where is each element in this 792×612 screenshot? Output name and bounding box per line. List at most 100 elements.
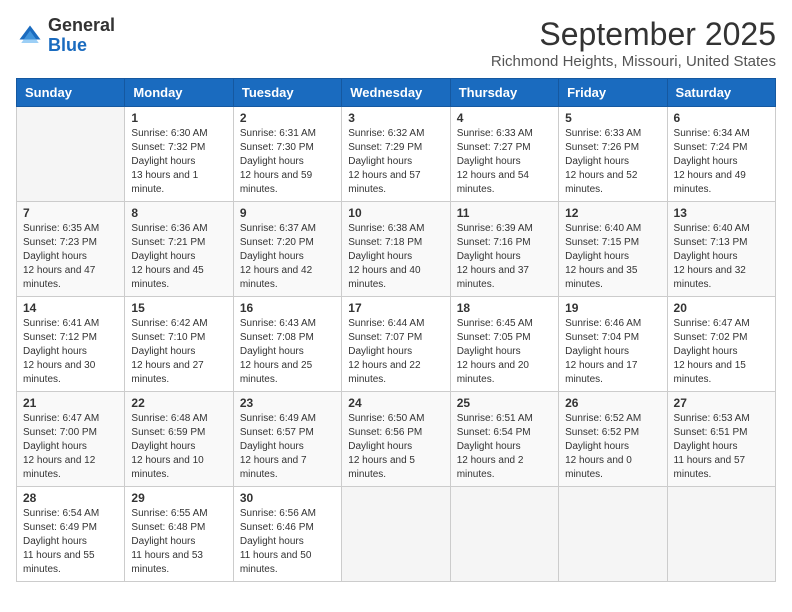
day-number: 1: [131, 111, 226, 125]
day-number: 18: [457, 301, 552, 315]
header-friday: Friday: [559, 79, 667, 107]
day-number: 22: [131, 396, 226, 410]
day-info: Sunrise: 6:55 AMSunset: 6:48 PMDaylight …: [131, 507, 226, 577]
header-wednesday: Wednesday: [342, 79, 450, 107]
day-number: 27: [674, 396, 769, 410]
calendar-cell: 30Sunrise: 6:56 AMSunset: 6:46 PMDayligh…: [233, 487, 341, 582]
calendar-week-1: 1 Sunrise: 6:30 AMSunset: 7:32 PMDaylight…: [17, 107, 776, 202]
calendar-cell: [559, 487, 667, 582]
day-number: 2: [240, 111, 335, 125]
calendar-cell: 17 Sunrise: 6:44 AMSunset: 7:07 PMDayligh…: [342, 297, 450, 392]
calendar-cell: 13 Sunrise: 6:40 AMSunset: 7:13 PMDayligh…: [667, 202, 775, 297]
calendar-cell: 1 Sunrise: 6:30 AMSunset: 7:32 PMDaylight…: [125, 107, 233, 202]
calendar-cell: 29 Sunrise: 6:55 AMSunset: 6:48 PMDayligh…: [125, 487, 233, 582]
day-info: Sunrise: 6:52 AMSunset: 6:52 PMDaylight …: [565, 412, 660, 482]
calendar-cell: 27 Sunrise: 6:53 AMSunset: 6:51 PMDayligh…: [667, 392, 775, 487]
logo-general: General: [48, 15, 115, 35]
calendar-cell: 28 Sunrise: 6:54 AMSunset: 6:49 PMDayligh…: [17, 487, 125, 582]
calendar-cell: 5 Sunrise: 6:33 AMSunset: 7:26 PMDaylight…: [559, 107, 667, 202]
calendar-cell: [342, 487, 450, 582]
day-info: Sunrise: 6:49 AMSunset: 6:57 PMDaylight …: [240, 412, 335, 482]
header-sunday: Sunday: [17, 79, 125, 107]
day-number: 7: [23, 206, 118, 220]
day-info: Sunrise: 6:33 AMSunset: 7:26 PMDaylight …: [565, 127, 660, 197]
title-block: September 2025 Richmond Heights, Missour…: [491, 16, 776, 70]
day-number: 19: [565, 301, 660, 315]
calendar-cell: 6 Sunrise: 6:34 AMSunset: 7:24 PMDaylight…: [667, 107, 775, 202]
day-number: 14: [23, 301, 118, 315]
day-info: Sunrise: 6:37 AMSunset: 7:20 PMDaylight …: [240, 222, 335, 292]
calendar-cell: 12Sunrise: 6:40 AMSunset: 7:15 PMDayligh…: [559, 202, 667, 297]
day-info: Sunrise: 6:48 AMSunset: 6:59 PMDaylight …: [131, 412, 226, 482]
calendar-week-3: 14 Sunrise: 6:41 AMSunset: 7:12 PMDayligh…: [17, 297, 776, 392]
day-number: 15: [131, 301, 226, 315]
day-number: 3: [348, 111, 443, 125]
day-info: Sunrise: 6:40 AMSunset: 7:13 PMDaylight …: [674, 222, 769, 292]
day-info: Sunrise: 6:54 AMSunset: 6:49 PMDaylight …: [23, 507, 118, 577]
day-info: Sunrise: 6:50 AMSunset: 6:56 PMDaylight …: [348, 412, 443, 482]
location-subtitle: Richmond Heights, Missouri, United State…: [491, 53, 776, 70]
day-number: 28: [23, 491, 118, 505]
calendar-cell: 19 Sunrise: 6:46 AMSunset: 7:04 PMDayligh…: [559, 297, 667, 392]
day-number: 29: [131, 491, 226, 505]
day-info: Sunrise: 6:40 AMSunset: 7:15 PMDaylight …: [565, 222, 660, 292]
day-number: 21: [23, 396, 118, 410]
header-monday: Monday: [125, 79, 233, 107]
calendar-header-row: SundayMondayTuesdayWednesdayThursdayFrid…: [17, 79, 776, 107]
day-info: Sunrise: 6:30 AMSunset: 7:32 PMDaylight …: [131, 127, 226, 197]
calendar-table: SundayMondayTuesdayWednesdayThursdayFrid…: [16, 78, 776, 582]
day-info: Sunrise: 6:33 AMSunset: 7:27 PMDaylight …: [457, 127, 552, 197]
day-number: 6: [674, 111, 769, 125]
calendar-cell: 16Sunrise: 6:43 AMSunset: 7:08 PMDayligh…: [233, 297, 341, 392]
day-info: Sunrise: 6:51 AMSunset: 6:54 PMDaylight …: [457, 412, 552, 482]
day-info: Sunrise: 6:43 AMSunset: 7:08 PMDaylight …: [240, 317, 335, 387]
calendar-cell: [667, 487, 775, 582]
day-info: Sunrise: 6:44 AMSunset: 7:07 PMDaylight …: [348, 317, 443, 387]
day-number: 10: [348, 206, 443, 220]
calendar-cell: 26Sunrise: 6:52 AMSunset: 6:52 PMDayligh…: [559, 392, 667, 487]
day-number: 24: [348, 396, 443, 410]
day-number: 25: [457, 396, 552, 410]
day-info: Sunrise: 6:31 AMSunset: 7:30 PMDaylight …: [240, 127, 335, 197]
day-info: Sunrise: 6:42 AMSunset: 7:10 PMDaylight …: [131, 317, 226, 387]
calendar-cell: 18 Sunrise: 6:45 AMSunset: 7:05 PMDayligh…: [450, 297, 558, 392]
day-number: 17: [348, 301, 443, 315]
day-number: 20: [674, 301, 769, 315]
day-info: Sunrise: 6:46 AMSunset: 7:04 PMDaylight …: [565, 317, 660, 387]
calendar-week-4: 21 Sunrise: 6:47 AMSunset: 7:00 PMDayligh…: [17, 392, 776, 487]
calendar-cell: 4 Sunrise: 6:33 AMSunset: 7:27 PMDaylight…: [450, 107, 558, 202]
calendar-cell: 10Sunrise: 6:38 AMSunset: 7:18 PMDayligh…: [342, 202, 450, 297]
day-info: Sunrise: 6:32 AMSunset: 7:29 PMDaylight …: [348, 127, 443, 197]
calendar-cell: 15 Sunrise: 6:42 AMSunset: 7:10 PMDayligh…: [125, 297, 233, 392]
calendar-cell: 7 Sunrise: 6:35 AMSunset: 7:23 PMDaylight…: [17, 202, 125, 297]
day-number: 23: [240, 396, 335, 410]
day-number: 13: [674, 206, 769, 220]
logo-blue: Blue: [48, 35, 87, 55]
calendar-cell: 8 Sunrise: 6:36 AMSunset: 7:21 PMDaylight…: [125, 202, 233, 297]
day-info: Sunrise: 6:45 AMSunset: 7:05 PMDaylight …: [457, 317, 552, 387]
day-info: Sunrise: 6:34 AMSunset: 7:24 PMDaylight …: [674, 127, 769, 197]
calendar-cell: 11 Sunrise: 6:39 AMSunset: 7:16 PMDayligh…: [450, 202, 558, 297]
calendar-cell: 20 Sunrise: 6:47 AMSunset: 7:02 PMDayligh…: [667, 297, 775, 392]
month-title: September 2025: [491, 16, 776, 53]
calendar-cell: 25 Sunrise: 6:51 AMSunset: 6:54 PMDayligh…: [450, 392, 558, 487]
day-info: Sunrise: 6:47 AMSunset: 7:00 PMDaylight …: [23, 412, 118, 482]
logo-icon: [16, 22, 44, 50]
day-info: Sunrise: 6:41 AMSunset: 7:12 PMDaylight …: [23, 317, 118, 387]
header-thursday: Thursday: [450, 79, 558, 107]
calendar-week-5: 28 Sunrise: 6:54 AMSunset: 6:49 PMDayligh…: [17, 487, 776, 582]
day-info: Sunrise: 6:39 AMSunset: 7:16 PMDaylight …: [457, 222, 552, 292]
logo: General Blue: [16, 16, 115, 56]
day-number: 11: [457, 206, 552, 220]
day-info: Sunrise: 6:36 AMSunset: 7:21 PMDaylight …: [131, 222, 226, 292]
header-saturday: Saturday: [667, 79, 775, 107]
day-info: Sunrise: 6:35 AMSunset: 7:23 PMDaylight …: [23, 222, 118, 292]
day-info: Sunrise: 6:47 AMSunset: 7:02 PMDaylight …: [674, 317, 769, 387]
calendar-cell: 24 Sunrise: 6:50 AMSunset: 6:56 PMDayligh…: [342, 392, 450, 487]
calendar-cell: 21 Sunrise: 6:47 AMSunset: 7:00 PMDayligh…: [17, 392, 125, 487]
calendar-week-2: 7 Sunrise: 6:35 AMSunset: 7:23 PMDaylight…: [17, 202, 776, 297]
day-number: 4: [457, 111, 552, 125]
day-number: 8: [131, 206, 226, 220]
day-number: 5: [565, 111, 660, 125]
day-info: Sunrise: 6:53 AMSunset: 6:51 PMDaylight …: [674, 412, 769, 482]
